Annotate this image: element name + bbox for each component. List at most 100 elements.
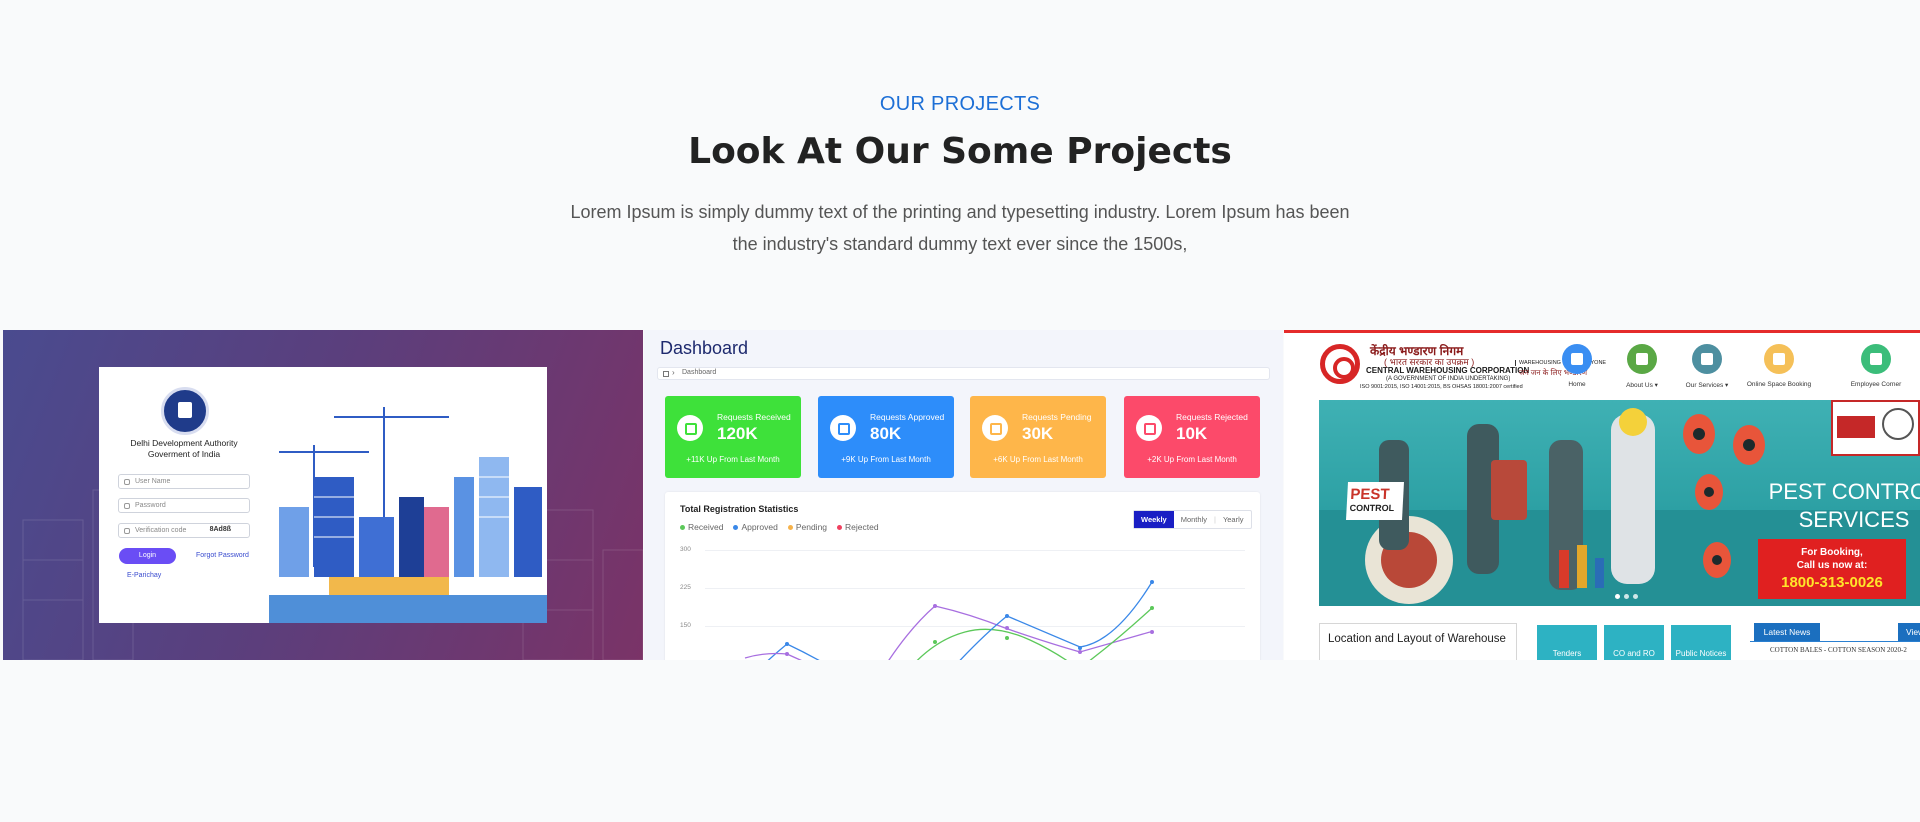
username-placeholder: User Name bbox=[135, 478, 171, 485]
stat-card-received[interactable]: Requests Received 120K +11K Up From Last… bbox=[665, 396, 801, 478]
nav-label: Our Services ▾ bbox=[1685, 382, 1729, 389]
services-heading: PEST CONTROL SERVICES bbox=[1744, 478, 1920, 534]
username-input[interactable]: User Name bbox=[118, 474, 250, 489]
tile-tenders[interactable]: Tenders bbox=[1537, 625, 1597, 660]
dda-emblem-icon bbox=[161, 387, 209, 435]
series-rejected-line-a bbox=[744, 652, 802, 660]
carousel-dot[interactable] bbox=[1615, 594, 1620, 599]
project-card-dashboard[interactable]: Dashboard › Dashboard Requests Received … bbox=[644, 330, 1283, 660]
people-icon bbox=[1861, 344, 1891, 374]
breadcrumb: › Dashboard bbox=[657, 367, 1270, 380]
carousel-dot[interactable] bbox=[1633, 594, 1638, 599]
series-received-line bbox=[916, 628, 1068, 660]
services-line1: PEST CONTROL bbox=[1768, 479, 1920, 504]
bureau-veritas-logo bbox=[1837, 416, 1875, 438]
y-tick: 150 bbox=[680, 622, 691, 629]
stat-label: Requests Approved bbox=[870, 412, 945, 422]
login-panel: Delhi Development Authority Goverment of… bbox=[99, 367, 547, 623]
carousel-dots bbox=[1615, 594, 1638, 599]
org-name: Delhi Development Authority bbox=[130, 438, 238, 448]
nav-space-booking[interactable]: Online Space Booking bbox=[1734, 344, 1824, 388]
login-button[interactable]: Login bbox=[119, 548, 176, 564]
folder-icon bbox=[677, 415, 703, 441]
pest-badge-line2: CONTROL bbox=[1349, 503, 1395, 513]
y-tick: 300 bbox=[680, 546, 691, 553]
y-tick: 225 bbox=[680, 584, 691, 591]
pest-badge-line1: PEST bbox=[1349, 486, 1390, 503]
password-placeholder: Password bbox=[135, 502, 166, 509]
key-icon bbox=[124, 528, 130, 534]
home-icon bbox=[663, 371, 669, 377]
stat-change: +9K Up From Last Month bbox=[841, 455, 931, 464]
section-eyebrow: OUR PROJECTS bbox=[879, 93, 1041, 115]
clock-icon bbox=[982, 415, 1008, 441]
series-approved-line bbox=[767, 643, 820, 660]
view-all-tab[interactable]: View bbox=[1898, 623, 1920, 641]
certification-seal-icon bbox=[1882, 408, 1914, 440]
nav-employee-corner[interactable]: Employee Corner bbox=[1826, 344, 1920, 388]
eparichay-link[interactable]: E-Parichay bbox=[127, 572, 161, 579]
forgot-password-link[interactable]: Forgot Password bbox=[196, 552, 249, 559]
registration-chart-card: Total Registration Statistics Received A… bbox=[665, 492, 1260, 660]
stat-value: 120K bbox=[717, 424, 758, 443]
series-approved-line-b bbox=[959, 581, 1153, 660]
section-description: Lorem Ipsum is simply dummy text of the … bbox=[570, 202, 1350, 254]
certification-badge bbox=[1831, 400, 1920, 456]
booking-line2: Call us now at: bbox=[1796, 560, 1868, 571]
verification-input[interactable]: Verification code 8Ad8ß bbox=[118, 523, 250, 538]
lock-icon bbox=[124, 503, 130, 509]
top-accent-bar bbox=[1284, 330, 1920, 333]
tile-public-notices[interactable]: Public Notices bbox=[1671, 625, 1731, 660]
cwc-iso-line: ISO 9001:2015, ISO 14001:2015, BS OHSAS … bbox=[1360, 384, 1523, 390]
cwc-logo-icon bbox=[1320, 344, 1360, 384]
booking-icon bbox=[1764, 344, 1794, 374]
password-input[interactable]: Password bbox=[118, 498, 250, 513]
chevron-right-icon: › bbox=[672, 368, 675, 377]
cwc-subtitle: (A GOVERNMENT OF INDIA UNDERTAKING) bbox=[1386, 376, 1511, 382]
booking-phone: 1800-313-0026 bbox=[1781, 574, 1883, 591]
location-layout-box[interactable]: Location and Layout of Warehouse bbox=[1319, 623, 1517, 660]
stat-label: Requests Received bbox=[717, 412, 791, 422]
pest-control-badge: PEST CONTROL bbox=[1346, 482, 1404, 520]
dashboard-title: Dashboard bbox=[660, 338, 749, 358]
captcha-text: 8Ad8ß bbox=[209, 526, 231, 533]
stat-card-approved[interactable]: Requests Approved 80K +9K Up From Last M… bbox=[818, 396, 954, 478]
thumbs-down-icon bbox=[1136, 415, 1162, 441]
stat-value: 80K bbox=[870, 424, 902, 443]
chart-points bbox=[785, 580, 1154, 656]
stat-change: +11K Up From Last Month bbox=[686, 455, 780, 464]
stat-label: Requests Rejected bbox=[1176, 412, 1248, 422]
home-icon bbox=[1562, 344, 1592, 374]
stat-change: +6K Up From Last Month bbox=[993, 455, 1083, 464]
nav-label: Online Space Booking bbox=[1746, 381, 1812, 388]
stat-label: Requests Pending bbox=[1022, 412, 1092, 422]
verification-placeholder: Verification code bbox=[135, 527, 187, 534]
thumbs-up-icon bbox=[830, 415, 856, 441]
login-form: Delhi Development Authority Goverment of… bbox=[99, 367, 269, 623]
hero-banner-pest-control[interactable]: PESTCONTROL PEST CONTROL SERVICES For Boo… bbox=[1319, 400, 1920, 606]
tools-icon bbox=[1692, 344, 1722, 374]
stat-card-pending[interactable]: Requests Pending 30K +6K Up From Last Mo… bbox=[970, 396, 1106, 478]
stat-value: 30K bbox=[1022, 424, 1054, 443]
info-icon bbox=[1627, 344, 1657, 374]
user-icon bbox=[124, 479, 130, 485]
booking-line1: For Booking, bbox=[1801, 547, 1863, 558]
tile-co-ro[interactable]: CO and RO bbox=[1604, 625, 1664, 660]
section-title: Look At Our Some Projects bbox=[688, 131, 1232, 172]
latest-news-tab[interactable]: Latest News bbox=[1754, 623, 1820, 641]
org-subtitle: Goverment of India bbox=[147, 449, 221, 459]
projects-gallery: Delhi Development Authority Goverment of… bbox=[3, 330, 1920, 660]
news-divider bbox=[1750, 641, 1920, 642]
news-item[interactable]: COTTON BALES - COTTON SEASON 2020-2 bbox=[1770, 646, 1907, 654]
booking-callout: For Booking, Call us now at: 1800-313-00… bbox=[1758, 539, 1906, 599]
project-card-cwc[interactable]: केंद्रीय भण्डारण निगम ( भारत सरकार का उप… bbox=[1284, 330, 1920, 660]
cwc-name: CENTRAL WAREHOUSING CORPORATION bbox=[1366, 366, 1530, 375]
stat-value: 10K bbox=[1176, 424, 1208, 443]
services-line2: SERVICES bbox=[1798, 507, 1910, 532]
carousel-dot[interactable] bbox=[1624, 594, 1629, 599]
nav-label: Employee Corner bbox=[1850, 381, 1902, 388]
line-chart-plot bbox=[744, 580, 1154, 660]
nav-label: Home bbox=[1568, 381, 1586, 388]
stat-card-rejected[interactable]: Requests Rejected 10K +2K Up From Last M… bbox=[1124, 396, 1260, 478]
project-card-dda-login[interactable]: Delhi Development Authority Goverment of… bbox=[3, 330, 643, 660]
